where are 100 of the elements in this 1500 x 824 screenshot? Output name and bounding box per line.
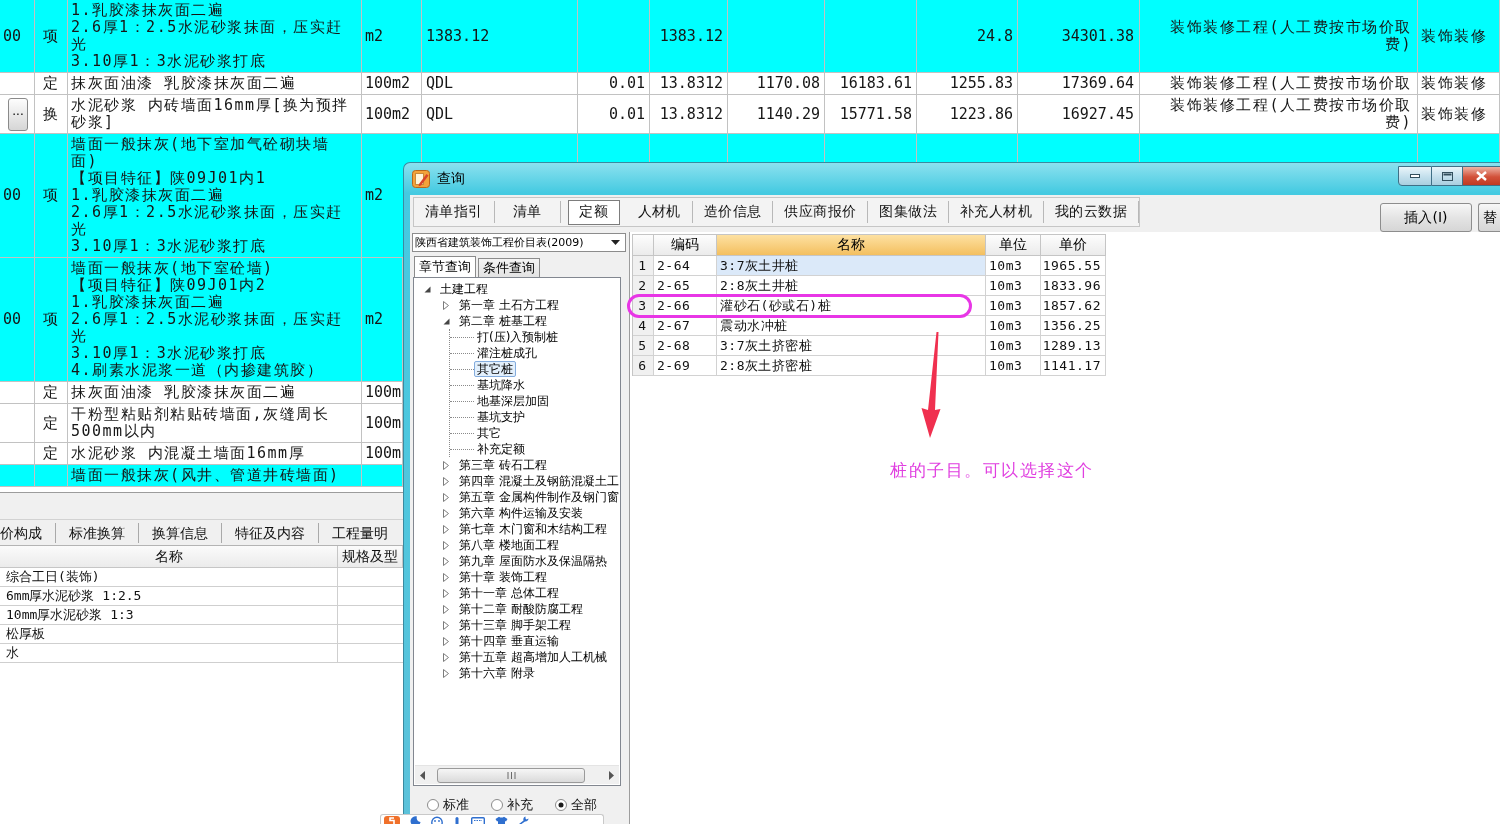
- tree-item[interactable]: 基坑降水: [474, 377, 528, 393]
- replace-button[interactable]: 替: [1478, 203, 1500, 232]
- table-cell[interactable]: 10m3: [986, 356, 1041, 376]
- tree-item[interactable]: 第一章 土石方工程: [456, 297, 562, 313]
- table-cell[interactable]: 1833.96: [1041, 276, 1106, 296]
- tab[interactable]: 清单: [494, 201, 561, 223]
- tab[interactable]: 定额: [567, 199, 620, 225]
- left-arrow-icon[interactable]: [420, 770, 425, 780]
- table-cell[interactable]: 2-65: [654, 276, 717, 296]
- tree-item[interactable]: 其它: [474, 425, 504, 441]
- table-cell[interactable]: 1857.62: [1041, 296, 1106, 316]
- tab[interactable]: 章节查询: [414, 256, 476, 277]
- tree-item[interactable]: 第十章 装饰工程: [456, 569, 550, 585]
- triangle-icon[interactable]: [443, 604, 449, 614]
- wrench-icon[interactable]: [518, 816, 529, 824]
- table-cell[interactable]: 3:7灰土挤密桩: [717, 336, 986, 356]
- table-cell[interactable]: 2-66: [654, 296, 717, 316]
- tab[interactable]: 标准换算: [55, 522, 138, 543]
- tree-item[interactable]: 第七章 木门窗和木结构工程: [456, 521, 610, 537]
- table-cell[interactable]: 2-67: [654, 316, 717, 336]
- tab[interactable]: 供应商报价: [773, 201, 869, 223]
- triangle-icon[interactable]: [443, 572, 449, 582]
- tree-item[interactable]: 第十三章 脚手架工程: [456, 617, 574, 633]
- tree-item[interactable]: 第十六章 附录: [456, 665, 538, 681]
- tree-item[interactable]: 地基深层加固: [474, 393, 552, 409]
- table-cell[interactable]: 2-68: [654, 336, 717, 356]
- tree-item[interactable]: 第九章 屋面防水及保温隔热: [456, 553, 610, 569]
- table-cell[interactable]: 10m3: [986, 256, 1041, 276]
- table-cell[interactable]: 2-69: [654, 356, 717, 376]
- tree-item[interactable]: 第五章 金属构件制作及钢门窗: [456, 489, 620, 505]
- triangle-icon[interactable]: [443, 508, 449, 518]
- column-header[interactable]: 名称: [717, 235, 986, 256]
- table-cell[interactable]: 3:7灰土井桩: [717, 256, 986, 276]
- tree-item[interactable]: 打(压)入预制桩: [474, 329, 562, 345]
- keyboard-icon[interactable]: [471, 816, 485, 824]
- triangle-icon[interactable]: [443, 636, 449, 646]
- tree-item[interactable]: 补充定额: [474, 441, 528, 457]
- scrollbar-thumb[interactable]: [437, 767, 585, 783]
- tab[interactable]: 特征及内容: [221, 522, 318, 543]
- tree-item[interactable]: 灌注桩成孔: [474, 345, 540, 361]
- tree-item[interactable]: 第二章 桩基工程: [456, 313, 550, 329]
- table-cell[interactable]: 1965.55: [1041, 256, 1106, 276]
- tab[interactable]: 造价信息: [692, 201, 774, 223]
- splitter-bar[interactable]: [0, 492, 403, 520]
- column-header[interactable]: 名称: [0, 546, 338, 568]
- tab[interactable]: 价构成: [0, 522, 55, 543]
- tree-item[interactable]: 土建工程: [437, 281, 491, 297]
- tree-item[interactable]: 第三章 砖石工程: [456, 457, 550, 473]
- triangle-icon[interactable]: [423, 285, 431, 293]
- tree-item[interactable]: 第十二章 耐酸防腐工程: [456, 601, 586, 617]
- tab[interactable]: 我的云数据: [1044, 201, 1140, 223]
- radio-option[interactable]: 标准: [427, 796, 469, 814]
- maximize-button[interactable]: [1432, 166, 1463, 186]
- table-cell[interactable]: 10m3: [986, 316, 1041, 336]
- triangle-icon[interactable]: [443, 588, 449, 598]
- right-arrow-icon[interactable]: [609, 770, 614, 780]
- tab[interactable]: 条件查询: [478, 258, 540, 277]
- triangle-icon[interactable]: [442, 317, 450, 325]
- table-cell[interactable]: 2:8灰土挤密桩: [717, 356, 986, 376]
- triangle-icon[interactable]: [443, 300, 449, 310]
- tree-item[interactable]: 第六章 构件运输及安装: [456, 505, 586, 521]
- triangle-icon[interactable]: [443, 620, 449, 630]
- triangle-icon[interactable]: [443, 476, 449, 486]
- column-header[interactable]: 规格及型: [338, 546, 403, 568]
- tree-item[interactable]: 第四章 混凝土及钢筋混凝土工: [456, 473, 620, 489]
- tab[interactable]: 换算信息: [138, 522, 221, 543]
- tree-item[interactable]: 其它桩: [474, 361, 516, 377]
- table-cell[interactable]: 1356.25: [1041, 316, 1106, 336]
- column-header[interactable]: 单位: [986, 235, 1041, 256]
- more-button[interactable]: ...: [8, 97, 28, 131]
- smile-icon[interactable]: [431, 816, 443, 824]
- table-cell[interactable]: 10m3: [986, 336, 1041, 356]
- table-cell[interactable]: 1289.13: [1041, 336, 1106, 356]
- column-header[interactable]: 单价: [1041, 235, 1106, 256]
- tab[interactable]: 清单指引: [414, 201, 495, 223]
- mic-icon[interactable]: [453, 816, 461, 824]
- column-header[interactable]: 编码: [654, 235, 717, 256]
- tree-item[interactable]: 第八章 楼地面工程: [456, 537, 562, 553]
- close-button[interactable]: [1463, 166, 1500, 186]
- logo-icon[interactable]: [384, 816, 400, 824]
- tab[interactable]: 人材机: [626, 201, 693, 223]
- radio-option[interactable]: 补充: [491, 796, 533, 814]
- triangle-icon[interactable]: [443, 492, 449, 502]
- triangle-icon[interactable]: [443, 540, 449, 550]
- table-cell[interactable]: 震动水冲桩: [717, 316, 986, 336]
- tree-item[interactable]: 第十一章 总体工程: [456, 585, 562, 601]
- table-cell[interactable]: 1141.17: [1041, 356, 1106, 376]
- table-cell[interactable]: 10m3: [986, 276, 1041, 296]
- tab[interactable]: 图集做法: [868, 201, 950, 223]
- table-cell[interactable]: 2:8灰土井桩: [717, 276, 986, 296]
- table-cell[interactable]: 10m3: [986, 296, 1041, 316]
- triangle-icon[interactable]: [443, 524, 449, 534]
- minimize-button[interactable]: [1398, 166, 1432, 186]
- library-select[interactable]: 陕西省建筑装饰工程价目表(2009): [412, 233, 626, 252]
- tab[interactable]: 工程量明: [318, 522, 401, 543]
- tree-item[interactable]: 第十五章 超高增加人工机械: [456, 649, 610, 665]
- triangle-icon[interactable]: [443, 556, 449, 566]
- triangle-icon[interactable]: [443, 668, 449, 678]
- table-cell[interactable]: 2-64: [654, 256, 717, 276]
- moon-icon[interactable]: [410, 816, 421, 824]
